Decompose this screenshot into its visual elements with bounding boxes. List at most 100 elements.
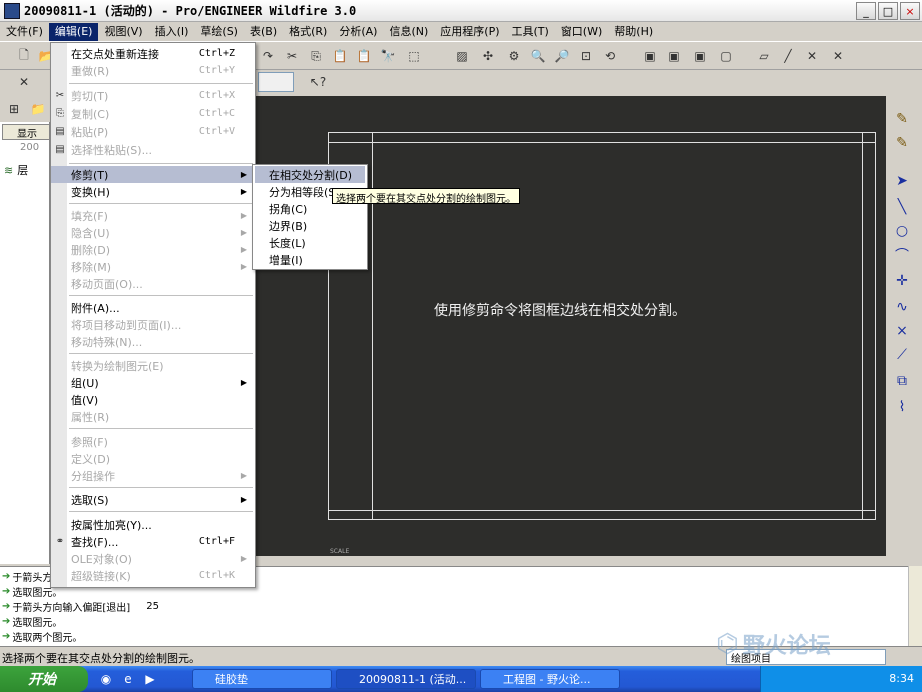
datum-plane-icon[interactable]: ▱ bbox=[754, 46, 774, 66]
submenu-item-divide-at-intersection[interactable]: 在相交处分割(D) bbox=[255, 166, 365, 183]
sketcher-preferences-icon[interactable]: ✎ bbox=[890, 108, 914, 130]
submenu-item-length[interactable]: 长度(L) bbox=[255, 234, 365, 251]
sketch-tools-icon[interactable]: ✎ bbox=[890, 132, 914, 154]
datum-point-icon[interactable]: ✕ bbox=[802, 46, 822, 66]
menu-item-cut[interactable]: ✂ 剪切(T) Ctrl+X bbox=[51, 87, 255, 104]
menu-item-find[interactable]: ⚭ 查找(F)... Ctrl+F bbox=[51, 533, 255, 550]
menu-item-suppress[interactable]: 隐含(U) ▶ bbox=[51, 224, 255, 241]
message-scrollbar[interactable] bbox=[908, 566, 922, 646]
menu-help[interactable]: 帮助(H) bbox=[608, 23, 659, 41]
menu-analysis[interactable]: 分析(A) bbox=[333, 23, 383, 41]
ie-quicklaunch-icon[interactable]: e bbox=[118, 669, 138, 689]
task-proe[interactable]: 20090811-1 (活动... bbox=[336, 669, 476, 689]
refit-icon[interactable]: ⊡ bbox=[576, 46, 596, 66]
menu-item-paste[interactable]: ▤ 粘贴(P) Ctrl+V bbox=[51, 123, 255, 140]
menu-item-hyperlink[interactable]: 超级链接(K) Ctrl+K bbox=[51, 567, 255, 584]
menu-item-attach[interactable]: 附件(A)... bbox=[51, 299, 255, 316]
menu-item-highlight-by-attribute[interactable]: 按属性加亮(Y)... bbox=[51, 516, 255, 533]
arc-icon[interactable]: ⌒ bbox=[890, 244, 914, 266]
offset-icon[interactable]: ⧉ bbox=[890, 370, 914, 392]
chamfer-icon[interactable]: ⟋ bbox=[890, 344, 914, 366]
layer-combo[interactable]: 200 bbox=[4, 142, 50, 158]
menu-item-remove[interactable]: 移除(M) ▶ bbox=[51, 258, 255, 275]
repaint-icon[interactable]: ▨ bbox=[452, 46, 472, 66]
menu-item-properties[interactable]: 属性(R) bbox=[51, 408, 255, 425]
menu-file[interactable]: 文件(F) bbox=[0, 23, 49, 41]
select-box-icon[interactable]: ⬚ bbox=[404, 46, 424, 66]
menu-item-value[interactable]: 值(V) bbox=[51, 391, 255, 408]
paste-special-icon[interactable]: 📋 bbox=[354, 46, 374, 66]
menu-item-references[interactable]: 参照(F) bbox=[51, 433, 255, 450]
maximize-button[interactable]: □ bbox=[878, 2, 898, 20]
menu-item-move-sheet[interactable]: 移动页面(O)... bbox=[51, 275, 255, 292]
firefox-quicklaunch-icon[interactable]: ◉ bbox=[96, 669, 116, 689]
zoom-in-icon[interactable]: 🔍 bbox=[528, 46, 548, 66]
menu-item-move-to-sheet[interactable]: 将项目移动到页面(I)... bbox=[51, 316, 255, 333]
menu-window[interactable]: 窗口(W) bbox=[555, 23, 608, 41]
menu-view[interactable]: 视图(V) bbox=[98, 23, 148, 41]
menu-item-paste-special[interactable]: ▤ 选择性粘贴(S)... bbox=[51, 141, 255, 158]
folder-browser-tab-icon[interactable]: 📁 bbox=[28, 99, 48, 119]
menu-table[interactable]: 表(B) bbox=[244, 23, 283, 41]
show-button[interactable]: 显示 bbox=[2, 124, 50, 140]
csys-icon[interactable]: ✕ bbox=[828, 46, 848, 66]
menu-item-transform[interactable]: 变换(H) ▶ bbox=[51, 183, 255, 200]
redo-icon[interactable]: ↷ bbox=[258, 46, 278, 66]
start-button[interactable]: 开始 bbox=[0, 666, 88, 692]
close-button[interactable]: × bbox=[900, 2, 920, 20]
select-arrow-icon[interactable]: ➤ bbox=[890, 170, 914, 192]
no-hidden-icon[interactable]: ▣ bbox=[690, 46, 710, 66]
menu-item-group-operations[interactable]: 分组操作 ▶ bbox=[51, 467, 255, 484]
menu-item-convert-to-draft[interactable]: 转换为绘制图元(E) bbox=[51, 357, 255, 374]
menu-item-reconnect[interactable]: 在交点处重新连接 Ctrl+Z bbox=[51, 45, 255, 62]
task-browser[interactable]: 工程图 - 野火论... bbox=[480, 669, 620, 689]
menu-item-group[interactable]: 组(U) ▶ bbox=[51, 374, 255, 391]
menu-edit[interactable]: 编辑(E) bbox=[48, 22, 99, 41]
menu-info[interactable]: 信息(N) bbox=[383, 23, 434, 41]
paste-icon[interactable]: 📋 bbox=[330, 46, 350, 66]
menu-insert[interactable]: 插入(I) bbox=[149, 23, 195, 41]
filter-combo[interactable] bbox=[258, 72, 294, 92]
wireframe-icon[interactable]: ▣ bbox=[640, 46, 660, 66]
point-icon[interactable]: × bbox=[890, 320, 914, 342]
menu-item-delete[interactable]: 删除(D) ▶ bbox=[51, 241, 255, 258]
menu-format[interactable]: 格式(R) bbox=[283, 23, 333, 41]
copy-icon[interactable]: ⎘ bbox=[306, 46, 326, 66]
circle-icon[interactable]: ○ bbox=[890, 220, 914, 242]
hidden-line-icon[interactable]: ▣ bbox=[664, 46, 684, 66]
cut-icon[interactable]: ✂ bbox=[282, 46, 302, 66]
menu-item-move-special[interactable]: 移动特殊(N)... bbox=[51, 333, 255, 350]
menu-item-definition[interactable]: 定义(D) bbox=[51, 450, 255, 467]
new-file-icon[interactable]: 🗋 bbox=[14, 46, 34, 66]
menu-applications[interactable]: 应用程序(P) bbox=[434, 23, 505, 41]
find-icon[interactable]: 🔭 bbox=[378, 46, 398, 66]
clock[interactable]: 8:34 bbox=[889, 672, 914, 685]
zoom-out-icon[interactable]: 🔎 bbox=[552, 46, 572, 66]
line-icon[interactable]: ╲ bbox=[890, 196, 914, 218]
menu-item-copy[interactable]: ⎘ 复制(C) Ctrl+C bbox=[51, 105, 255, 122]
menu-item-ole-object[interactable]: OLE对象(O) ▶ bbox=[51, 550, 255, 567]
menu-item-trim[interactable]: 修剪(T) ▶ bbox=[51, 166, 255, 183]
media-quicklaunch-icon[interactable]: ▶ bbox=[140, 669, 160, 689]
datum-axis-icon[interactable]: ╱ bbox=[778, 46, 798, 66]
orient-icon[interactable]: ⚙ bbox=[504, 46, 524, 66]
minimize-button[interactable]: _ bbox=[856, 2, 876, 20]
model-tree-tab-icon[interactable]: ⊞ bbox=[4, 99, 24, 119]
menu-item-fill[interactable]: 填充(F) ▶ bbox=[51, 207, 255, 224]
spin-center-icon[interactable]: ✣ bbox=[478, 46, 498, 66]
trim-icon[interactable]: ⌇ bbox=[890, 396, 914, 418]
submenu-item-increment[interactable]: 增量(I) bbox=[255, 251, 365, 268]
task-folder[interactable]: 硅胶垫 bbox=[192, 669, 332, 689]
layer-row[interactable]: ≋ 层 bbox=[4, 162, 28, 178]
spline-icon[interactable]: ∿ bbox=[890, 296, 914, 318]
cancel-icon[interactable]: ✕ bbox=[14, 72, 34, 92]
menu-item-redo[interactable]: 重做(R) Ctrl+Y bbox=[51, 62, 255, 79]
context-help-icon[interactable]: ↖? bbox=[308, 72, 328, 92]
submenu-item-bound[interactable]: 边界(B) bbox=[255, 217, 365, 234]
fillet-icon[interactable]: ✛ bbox=[890, 270, 914, 292]
menu-sketch[interactable]: 草绘(S) bbox=[194, 23, 244, 41]
menu-tools[interactable]: 工具(T) bbox=[506, 23, 555, 41]
reorient-icon[interactable]: ⟲ bbox=[600, 46, 620, 66]
menu-item-select[interactable]: 选取(S) ▶ bbox=[51, 491, 255, 508]
shading-icon[interactable]: ▢ bbox=[716, 46, 736, 66]
